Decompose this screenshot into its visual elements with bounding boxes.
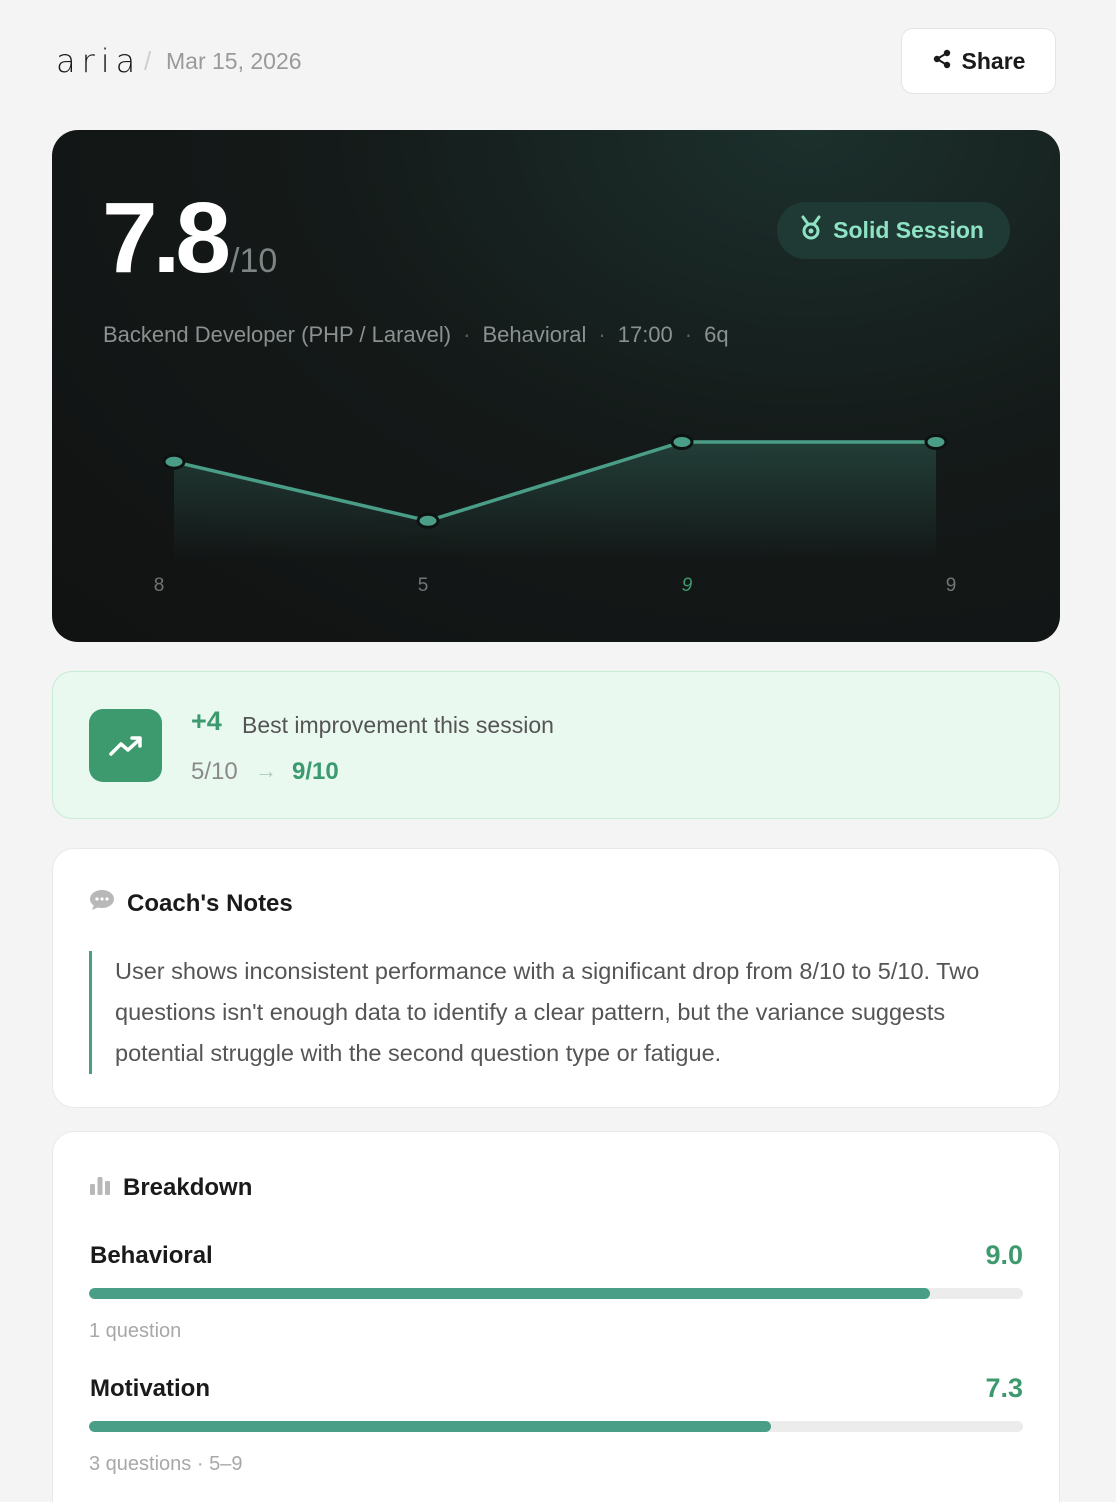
improvement-delta: +4 (191, 706, 222, 736)
meta-separator: · (684, 322, 693, 347)
badge-label: Solid Session (833, 217, 984, 243)
breakdown-card: Breakdown Behavioral 9.0 1 question Moti… (52, 1131, 1060, 1502)
coach-notes-title: Coach's Notes (127, 889, 293, 917)
chart-point[interactable] (416, 512, 440, 529)
score-hero-card: 7.8 /10 Solid Session Backend Developer … (52, 130, 1060, 642)
trending-up-icon (89, 709, 162, 782)
score-bar-fill (89, 1288, 930, 1299)
meta-separator: · (463, 322, 471, 347)
speech-bubble-icon (89, 889, 115, 918)
overall-score: 7.8 /10 (102, 188, 277, 288)
meta-separator: · (598, 322, 606, 347)
chart-x-tick-label: 9 (946, 575, 957, 596)
share-label: Share (961, 47, 1026, 74)
session-date: Mar 15, 2026 (166, 48, 302, 74)
coach-notes-card: Coach's Notes User shows inconsistent pe… (52, 848, 1060, 1108)
share-icon (932, 48, 952, 75)
category-score: 7.3 (985, 1373, 1023, 1403)
score-bar-fill (89, 1421, 771, 1432)
session-meta: Backend Developer (PHP / Laravel) · Beha… (103, 322, 729, 348)
share-button[interactable]: Share (901, 28, 1056, 94)
breakdown-heading: Breakdown (89, 1174, 252, 1202)
score-value: 7.8 (102, 182, 231, 294)
improvement-to-score: 9/10 (292, 758, 339, 785)
session-report-page: aria / Mar 15, 2026 Share 7.8 /10 Solid … (0, 0, 1116, 1502)
bar-chart-icon (89, 1174, 111, 1202)
score-bar (89, 1288, 1023, 1299)
chart-point[interactable] (162, 453, 186, 470)
chart-point[interactable] (924, 434, 948, 450)
chart-x-tick-label: 5 (418, 575, 429, 596)
header: aria / Mar 15, 2026 Share (52, 28, 1056, 94)
medal-icon (799, 215, 823, 247)
breadcrumb-separator: / (144, 46, 152, 76)
chart-area (174, 442, 936, 560)
score-trend-chart: 8 5 9 9 (154, 434, 957, 596)
meta-type: Behavioral (482, 322, 587, 347)
chart-x-tick-label: 9 (682, 575, 693, 596)
meta-role: Backend Developer (PHP / Laravel) (103, 322, 452, 347)
brand-logo[interactable]: aria (56, 42, 141, 80)
category-detail: 1 question (89, 1320, 182, 1342)
category-score: 9.0 (985, 1240, 1023, 1270)
category-name: Motivation (90, 1375, 210, 1402)
coach-notes-text: User shows inconsistent performance with… (89, 951, 1029, 1074)
chart-x-tick-label: 8 (154, 575, 165, 596)
category-name: Behavioral (90, 1242, 213, 1269)
breakdown-title: Breakdown (123, 1174, 253, 1201)
session-rating-badge: Solid Session (777, 202, 1010, 259)
meta-duration: 17:00 (617, 322, 673, 347)
score-max: /10 (230, 242, 278, 280)
chart-point[interactable] (670, 434, 694, 450)
arrow-right-icon: → (255, 758, 277, 783)
score-bar (89, 1421, 1023, 1432)
meta-questions: 6q (704, 322, 729, 347)
best-improvement-card: +4 Best improvement this session 5/10 → … (52, 671, 1060, 819)
coach-notes-heading: Coach's Notes (89, 889, 293, 918)
improvement-from-score: 5/10 (191, 758, 238, 785)
improvement-label: Best improvement this session (242, 712, 554, 738)
category-detail: 3 questions · 5–9 (89, 1453, 243, 1475)
